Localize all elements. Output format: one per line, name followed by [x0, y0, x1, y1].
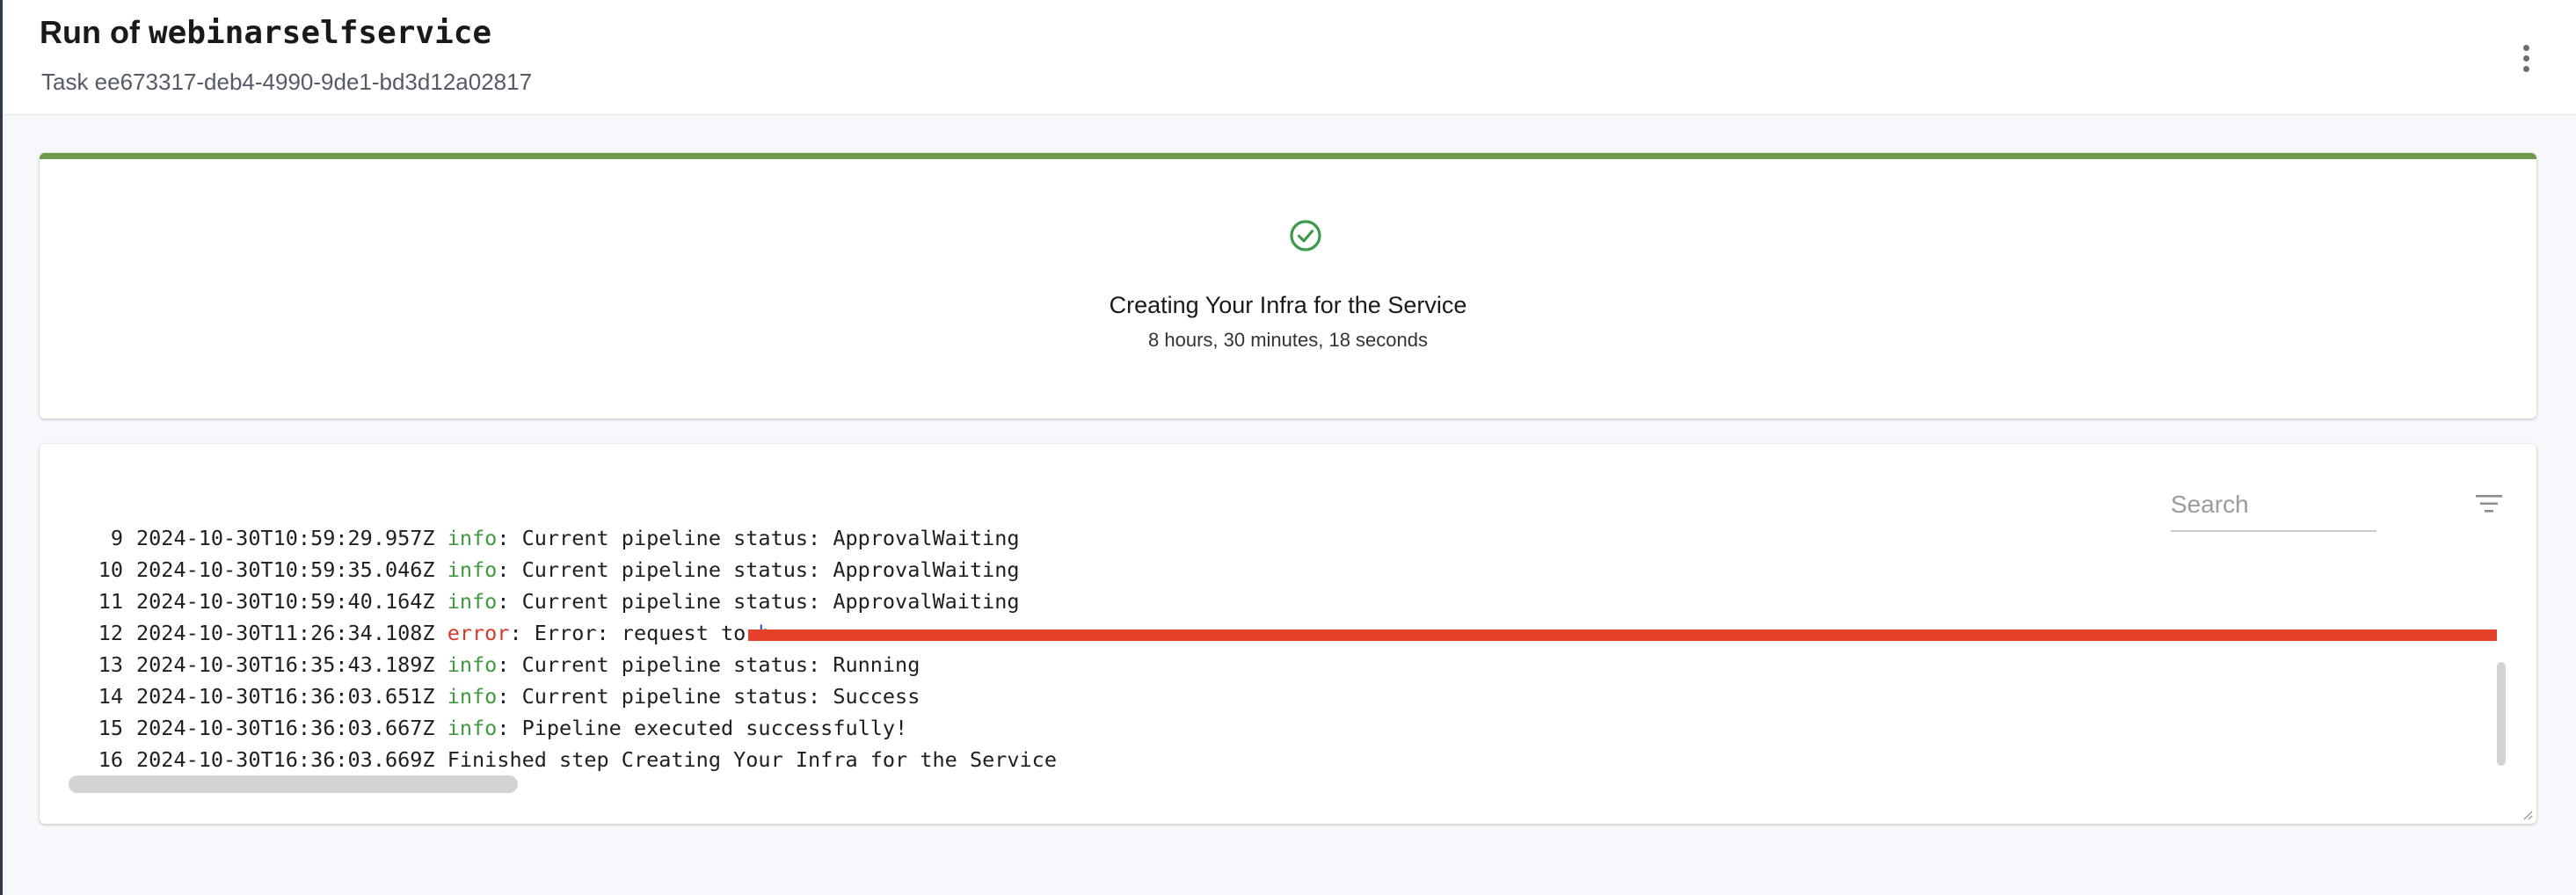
log-line: 13 2024-10-30T16:35:43.189Z info: Current… — [40, 649, 1057, 680]
log-line: 16 2024-10-30T16:36:03.669Z Finished step… — [40, 744, 1057, 775]
check-circle-icon — [1290, 220, 1321, 251]
log-line: 10 2024-10-30T10:59:35.046Z info: Current… — [40, 554, 1057, 586]
log-level: info — [447, 526, 498, 550]
log-search-field[interactable] — [2171, 479, 2376, 532]
page-title: Run of webinarselfservice — [40, 14, 491, 51]
kebab-dot — [2522, 55, 2529, 62]
log-message: : Current pipeline status: ApprovalWaiti… — [497, 526, 1020, 550]
log-message: : Current pipeline status: ApprovalWaiti… — [497, 589, 1020, 614]
log-timestamp: 2024-10-30T10:59:40.164Z — [136, 589, 435, 614]
log-timestamp: 2024-10-30T11:26:34.108Z — [136, 621, 435, 645]
log-timestamp: 2024-10-30T16:36:03.667Z — [136, 716, 435, 740]
log-line: 14 2024-10-30T16:36:03.651Z info: Current… — [40, 680, 1057, 712]
log-viewport[interactable]: 9 2024-10-30T10:59:29.957Z info: Current … — [40, 525, 2497, 780]
log-level: info — [447, 557, 498, 582]
log-message: : Error: request to — [509, 621, 759, 645]
log-line: 12 2024-10-30T11:26:34.108Z error: Error:… — [40, 617, 2497, 649]
log-line-number: 15 — [98, 716, 123, 740]
log-line-number: 14 — [98, 684, 123, 709]
log-message: : Current pipeline status: Success — [497, 684, 921, 709]
horizontal-scrollbar-thumb[interactable] — [69, 775, 518, 793]
log-lines: 9 2024-10-30T10:59:29.957Z info: Current … — [40, 525, 2497, 775]
page-left-border — [0, 0, 3, 895]
log-line-number: 10 — [98, 557, 123, 582]
log-line: 15 2024-10-30T16:36:03.667Z info: Pipelin… — [40, 712, 1057, 744]
log-timestamp: 2024-10-30T10:59:29.957Z — [136, 526, 435, 550]
log-search-input[interactable] — [2171, 479, 2376, 530]
step-status-card: Creating Your Infra for the Service 8 ho… — [40, 153, 2536, 418]
log-level: error — [447, 621, 510, 645]
log-timestamp: 2024-10-30T16:35:43.189Z — [136, 652, 435, 677]
vertical-scrollbar-thumb[interactable] — [2497, 662, 2506, 766]
kebab-dot — [2522, 65, 2529, 72]
log-line-number: 16 — [98, 747, 123, 772]
kebab-dot — [2522, 44, 2529, 51]
step-title: Creating Your Infra for the Service — [1109, 292, 1467, 318]
log-line: 11 2024-10-30T10:59:40.164Z info: Current… — [40, 586, 1057, 617]
log-timestamp: 2024-10-30T16:36:03.651Z — [136, 684, 435, 709]
log-level: info — [447, 716, 498, 740]
log-line-number: 9 — [110, 526, 123, 550]
log-level: info — [447, 589, 498, 614]
step-status-accent-bar — [40, 153, 2536, 159]
task-id-subtitle: Task ee673317-deb4-4990-9de1-bd3d12a0281… — [41, 69, 533, 95]
log-line-number: 12 — [98, 621, 123, 645]
log-timestamp: 2024-10-30T16:36:03.669Z — [136, 747, 435, 772]
log-viewer-card: 92024-10-30T10:59:29.957Z info: Current … — [40, 444, 2536, 824]
log-line-number: 11 — [98, 589, 123, 614]
log-timestamp: 2024-10-30T10:59:35.046Z — [136, 557, 435, 582]
log-level: info — [447, 684, 498, 709]
log-message: : Current pipeline status: ApprovalWaiti… — [497, 557, 1020, 582]
page-header: Run of webinarselfservice Task ee673317-… — [3, 0, 2576, 115]
log-message: : Pipeline executed successfully! — [497, 716, 908, 740]
page-title-entity: webinarselfservice — [148, 15, 492, 51]
step-duration: 8 hours, 30 minutes, 18 seconds — [1148, 329, 1428, 351]
filter-icon[interactable] — [2472, 490, 2506, 518]
log-line-number: 13 — [98, 652, 123, 677]
log-level: info — [447, 652, 498, 677]
page-title-prefix: Run of — [40, 14, 149, 50]
redaction-bar — [748, 629, 2497, 641]
more-options-icon[interactable] — [2508, 40, 2543, 76]
log-message: Finished step Creating Your Infra for th… — [447, 747, 1057, 772]
log-line: 9 2024-10-30T10:59:29.957Z info: Current … — [40, 525, 1057, 554]
log-message: : Current pipeline status: Running — [497, 652, 921, 677]
resize-handle-icon[interactable] — [2521, 808, 2533, 820]
